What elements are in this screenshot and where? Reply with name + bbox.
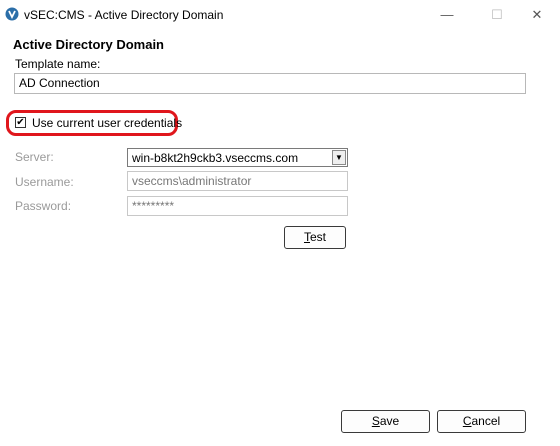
save-button-mnemonic: S xyxy=(371,414,380,428)
checkmark-icon: ✔ xyxy=(16,117,25,128)
password-input[interactable]: ********* xyxy=(127,196,348,216)
test-button-label: est xyxy=(309,230,326,244)
template-name-input[interactable]: AD Connection xyxy=(14,73,526,94)
cancel-button[interactable]: Cancel xyxy=(437,410,526,433)
server-value: win-b8kt2h9ckb3.vseccms.com xyxy=(132,151,299,165)
server-dropdown[interactable]: win-b8kt2h9ckb3.vseccms.com ▼ xyxy=(127,148,348,167)
save-button[interactable]: Save xyxy=(341,410,430,433)
cancel-button-label: ancel xyxy=(471,414,501,428)
username-input[interactable]: vseccms\administrator xyxy=(127,171,348,191)
username-label: Username: xyxy=(15,175,74,189)
minimize-button[interactable]: — xyxy=(424,0,470,30)
save-button-label: ave xyxy=(379,414,400,428)
password-label: Password: xyxy=(15,199,72,213)
window-title: vSEC:CMS - Active Directory Domain xyxy=(24,8,224,22)
chevron-down-icon[interactable]: ▼ xyxy=(332,150,346,165)
use-current-credentials-label[interactable]: Use current user credentials xyxy=(32,116,182,130)
dialog-heading: Active Directory Domain xyxy=(13,37,164,52)
test-button[interactable]: Test xyxy=(284,226,346,249)
server-label: Server: xyxy=(15,150,54,164)
template-name-label: Template name: xyxy=(15,57,101,71)
title-bar: vSEC:CMS - Active Directory Domain — ☐ ✕ xyxy=(0,0,560,30)
app-logo-icon xyxy=(5,7,19,21)
close-button[interactable]: ✕ xyxy=(514,0,560,30)
use-current-credentials-checkbox[interactable]: ✔ xyxy=(15,117,26,128)
